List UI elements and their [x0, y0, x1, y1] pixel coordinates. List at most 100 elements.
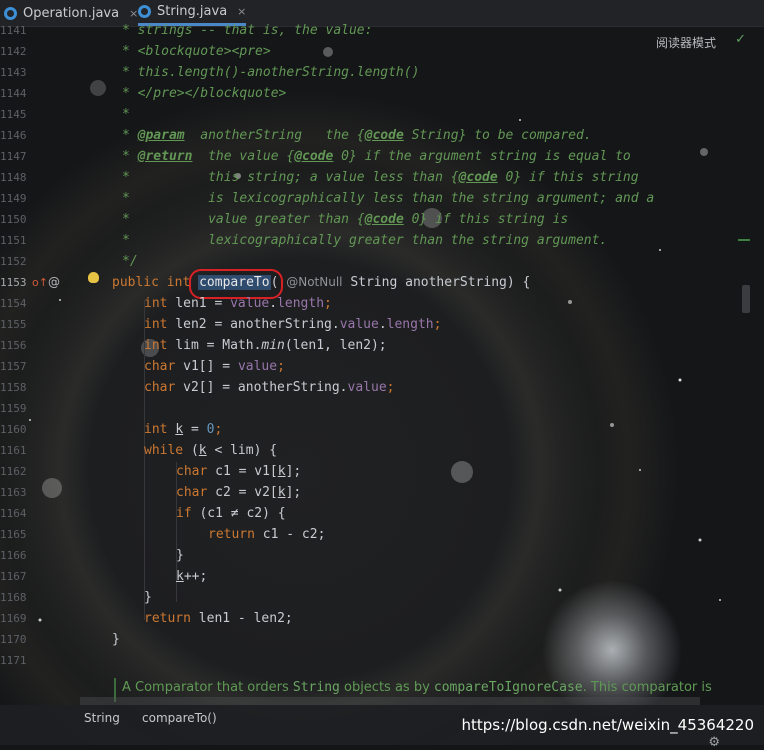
code-token: c2 = v2[	[215, 485, 278, 500]
code-token: ];	[285, 464, 302, 479]
doc-tag: @code	[364, 212, 404, 227]
line-number: 1152	[0, 255, 27, 268]
code-line: * this string; a value less than {@code …	[122, 167, 639, 188]
code-line: }	[144, 590, 152, 605]
code-token: lim = Math.	[175, 338, 262, 353]
line-number: 1141	[0, 24, 27, 37]
doc-code: String	[292, 680, 340, 695]
line-number: 1150	[0, 213, 27, 226]
line-number: 1142	[0, 45, 27, 58]
code-token: ;	[386, 380, 395, 395]
field-token: length	[277, 296, 325, 311]
keyword: char	[176, 464, 216, 479]
line-number: 1146	[0, 129, 27, 142]
close-icon[interactable]: ×	[129, 7, 138, 20]
line-number: 1143	[0, 66, 27, 79]
field-token: value	[237, 359, 278, 374]
code-token: ;	[433, 317, 442, 332]
tab-label: String.java	[157, 4, 228, 19]
gear-icon[interactable]: ⚙	[708, 735, 720, 750]
code-token: anotherString the {	[184, 128, 365, 143]
editor-tab-bar: Operation.java × String.java ×	[0, 0, 764, 27]
code-token: k	[176, 569, 184, 584]
breadcrumb-method[interactable]: compareTo()	[142, 711, 217, 725]
code-token: ;	[324, 296, 332, 311]
line-number: 1148	[0, 171, 27, 184]
doc-tag: @return	[137, 149, 193, 164]
code-line: * <blockquote><pre>	[122, 44, 271, 59]
line-number: 1145	[0, 108, 27, 121]
code-line: return c1 - c2;	[208, 524, 325, 545]
keyword: char	[144, 380, 184, 395]
scrollbar-thumb[interactable]	[742, 285, 750, 313]
keyword: return	[144, 611, 199, 626]
code-line: if (c1 ≠ c2) {	[176, 503, 286, 524]
code-token: * value greater than {	[122, 212, 365, 227]
line-number: 1161	[0, 444, 27, 457]
doc-tag: @code	[364, 128, 404, 143]
keyword: int	[144, 338, 176, 353]
code-token: ++;	[183, 569, 208, 584]
code-token: the value {	[192, 149, 295, 164]
line-number: 1163	[0, 486, 27, 499]
code-token: .	[269, 296, 278, 311]
line-number: 1147	[0, 150, 27, 163]
code-line: */	[122, 254, 138, 269]
code-line: * value greater than {@code 0} if this s…	[122, 209, 568, 230]
code-token: 0} if this string is	[403, 212, 569, 227]
code-line: * this.length()-anotherString.length()	[122, 65, 420, 80]
doc-tag: @param	[137, 128, 185, 143]
code-line: *	[122, 107, 130, 122]
line-number: 1153	[0, 276, 27, 289]
code-token: c1 = v1[	[215, 464, 278, 479]
keyword: if	[176, 506, 200, 521]
line-number: 1170	[0, 633, 27, 646]
keyword: char	[144, 359, 184, 374]
code-token: v2[] = anotherString.	[183, 380, 348, 395]
keyword: int	[144, 317, 176, 332]
breadcrumb-class[interactable]: String	[84, 711, 120, 725]
code-token: len1 =	[175, 296, 231, 311]
doc-text: A Comparator that orders	[122, 680, 293, 695]
code-token: 0} if this string	[497, 170, 639, 185]
field-token: value	[230, 296, 270, 311]
line-number-gutter: 1141 1142 1143 1144 1145 1146 1147 1148 …	[0, 0, 28, 690]
reader-mode-button[interactable]: 阅读器模式	[656, 34, 716, 51]
code-token: k	[277, 485, 286, 500]
code-token: c1 - c2;	[262, 527, 326, 542]
keyword: public	[112, 275, 167, 290]
line-number: 1166	[0, 549, 27, 562]
line-number: 1162	[0, 465, 27, 478]
close-icon[interactable]: ×	[237, 5, 246, 18]
code-line: * strings -- that is, the value:	[122, 23, 373, 38]
line-number: 1171	[0, 654, 27, 667]
horizontal-scrollbar[interactable]	[80, 697, 700, 705]
bulb-icon[interactable]	[88, 272, 99, 283]
code-line: * lexicographically greater than the str…	[122, 233, 608, 248]
doc-text: objects as by	[339, 680, 434, 695]
code-line: }	[112, 632, 120, 647]
tab-label: Operation.java	[23, 5, 120, 21]
code-line: k++;	[176, 566, 207, 587]
field-token: value	[347, 380, 387, 395]
override-icon[interactable]: o↑	[32, 276, 48, 289]
line-number: 1151	[0, 234, 27, 247]
field-token: value	[339, 317, 379, 332]
code-line: char v1[] = value;	[144, 356, 285, 377]
keyword: char	[176, 485, 216, 500]
code-token: String anotherString) {	[342, 275, 531, 290]
line-number: 1156	[0, 339, 27, 352]
code-line: * is lexicographically less than the str…	[122, 191, 655, 206]
keyword: int	[144, 296, 176, 311]
code-line: return len1 - len2;	[144, 608, 293, 629]
code-line: }	[176, 548, 184, 563]
line-number: 1159	[0, 402, 27, 415]
change-marker	[738, 239, 750, 241]
code-line: * @return the value {@code 0} if the arg…	[122, 146, 631, 167]
code-token: String} to be compared.	[403, 128, 592, 143]
line-number: 1149	[0, 192, 27, 205]
line-number: 1169	[0, 612, 27, 625]
doc-popup: A Comparator that orders String objects …	[122, 680, 712, 695]
annotation-icon: @	[48, 275, 60, 289]
code-token: k	[175, 422, 184, 437]
